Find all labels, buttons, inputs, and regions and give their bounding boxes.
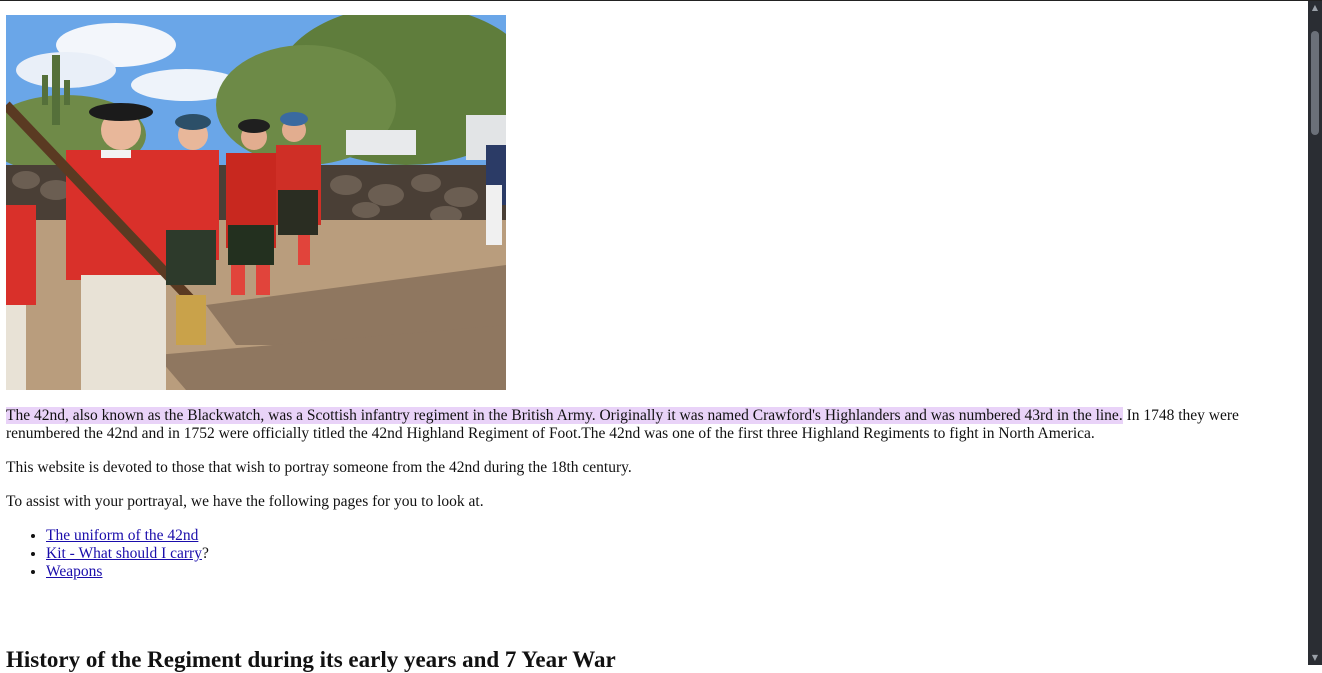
purpose-paragraph: This website is devoted to those that wi… (6, 459, 632, 476)
regiment-photo-illustration (6, 15, 506, 390)
page-content: The 42nd, also known as the Blackwatch, … (6, 15, 1302, 581)
highlighted-text: The 42nd, also known as the Blackwatch, … (6, 407, 1123, 424)
link-suffix: ? (201, 545, 209, 562)
regiment-photo (6, 15, 506, 390)
weapons-link[interactable]: Weapons (46, 563, 102, 580)
assist-paragraph: To assist with your portrayal, we have t… (6, 493, 484, 510)
uniform-link[interactable]: The uniform of the 42nd (46, 527, 198, 544)
vertical-scrollbar[interactable]: ▲ ▼ (1308, 1, 1322, 665)
scrollbar-thumb[interactable] (1311, 31, 1319, 135)
list-item: Weapons (46, 563, 1302, 581)
intro-paragraph: The 42nd, also known as the Blackwatch, … (6, 407, 1302, 443)
list-item: Kit - What should I carry? (46, 545, 1302, 563)
scroll-up-arrow-icon[interactable]: ▲ (1308, 1, 1322, 15)
pages-list: The uniform of the 42nd Kit - What shoul… (6, 527, 1302, 581)
scroll-down-arrow-icon[interactable]: ▼ (1308, 651, 1322, 665)
section-heading: History of the Regiment during its early… (6, 647, 616, 672)
list-item: The uniform of the 42nd (46, 527, 1302, 545)
kit-link[interactable]: Kit - What should I carry (46, 545, 202, 562)
